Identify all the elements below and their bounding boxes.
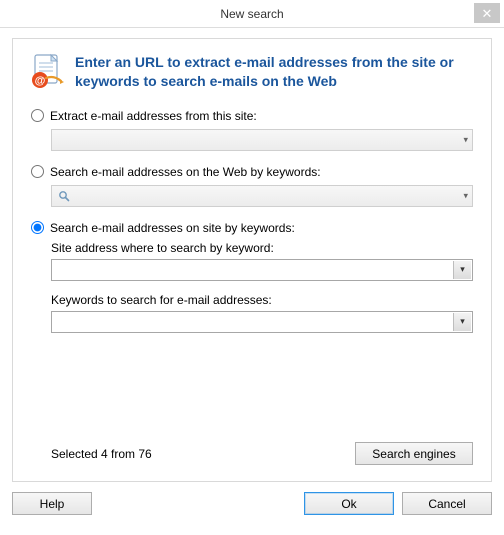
- radio-extract-label[interactable]: Extract e-mail addresses from this site:: [50, 109, 257, 123]
- dialog-heading: Enter an URL to extract e-mail addresses…: [75, 53, 473, 91]
- search-icon: [58, 190, 70, 202]
- window-title: New search: [0, 7, 504, 21]
- extract-site-combo[interactable]: ▾: [51, 129, 473, 151]
- radio-extract-site[interactable]: [31, 109, 44, 122]
- option-extract-row: Extract e-mail addresses from this site:: [31, 109, 473, 123]
- chevron-down-icon: ▾: [463, 134, 468, 145]
- radio-site-label[interactable]: Search e-mail addresses on site by keywo…: [50, 221, 295, 235]
- chevron-down-icon: ▾: [463, 190, 468, 201]
- main-panel: @ Enter an URL to extract e-mail address…: [12, 38, 492, 482]
- titlebar: New search ✕: [0, 0, 504, 28]
- header: @ Enter an URL to extract e-mail address…: [31, 53, 473, 91]
- site-address-label: Site address where to search by keyword:: [51, 241, 473, 255]
- panel-footer: Selected 4 from 76 Search engines: [31, 442, 473, 465]
- selection-status: Selected 4 from 76: [51, 447, 152, 461]
- site-keywords-select[interactable]: ▾: [51, 311, 473, 333]
- web-keywords-combo[interactable]: ▾: [51, 185, 473, 207]
- document-mail-icon: @: [31, 53, 65, 89]
- chevron-down-icon: ▾: [460, 264, 465, 275]
- help-button[interactable]: Help: [12, 492, 92, 515]
- chevron-down-icon: ▾: [460, 316, 465, 327]
- dialog-button-bar: Help Ok Cancel: [0, 492, 504, 527]
- close-button[interactable]: ✕: [474, 3, 500, 23]
- radio-web-keywords[interactable]: [31, 165, 44, 178]
- radio-web-label[interactable]: Search e-mail addresses on the Web by ke…: [50, 165, 321, 179]
- ok-button[interactable]: Ok: [304, 492, 394, 515]
- close-icon: ✕: [482, 7, 493, 20]
- svg-text:@: @: [35, 75, 46, 87]
- option-web-row: Search e-mail addresses on the Web by ke…: [31, 165, 473, 179]
- dropdown-button[interactable]: ▾: [453, 261, 471, 279]
- option-site-row: Search e-mail addresses on site by keywo…: [31, 221, 473, 235]
- cancel-button[interactable]: Cancel: [402, 492, 492, 515]
- site-keywords-label: Keywords to search for e-mail addresses:: [51, 293, 473, 307]
- site-address-select[interactable]: ▾: [51, 259, 473, 281]
- search-engines-button[interactable]: Search engines: [355, 442, 473, 465]
- dropdown-button[interactable]: ▾: [453, 313, 471, 331]
- radio-site-keywords[interactable]: [31, 221, 44, 234]
